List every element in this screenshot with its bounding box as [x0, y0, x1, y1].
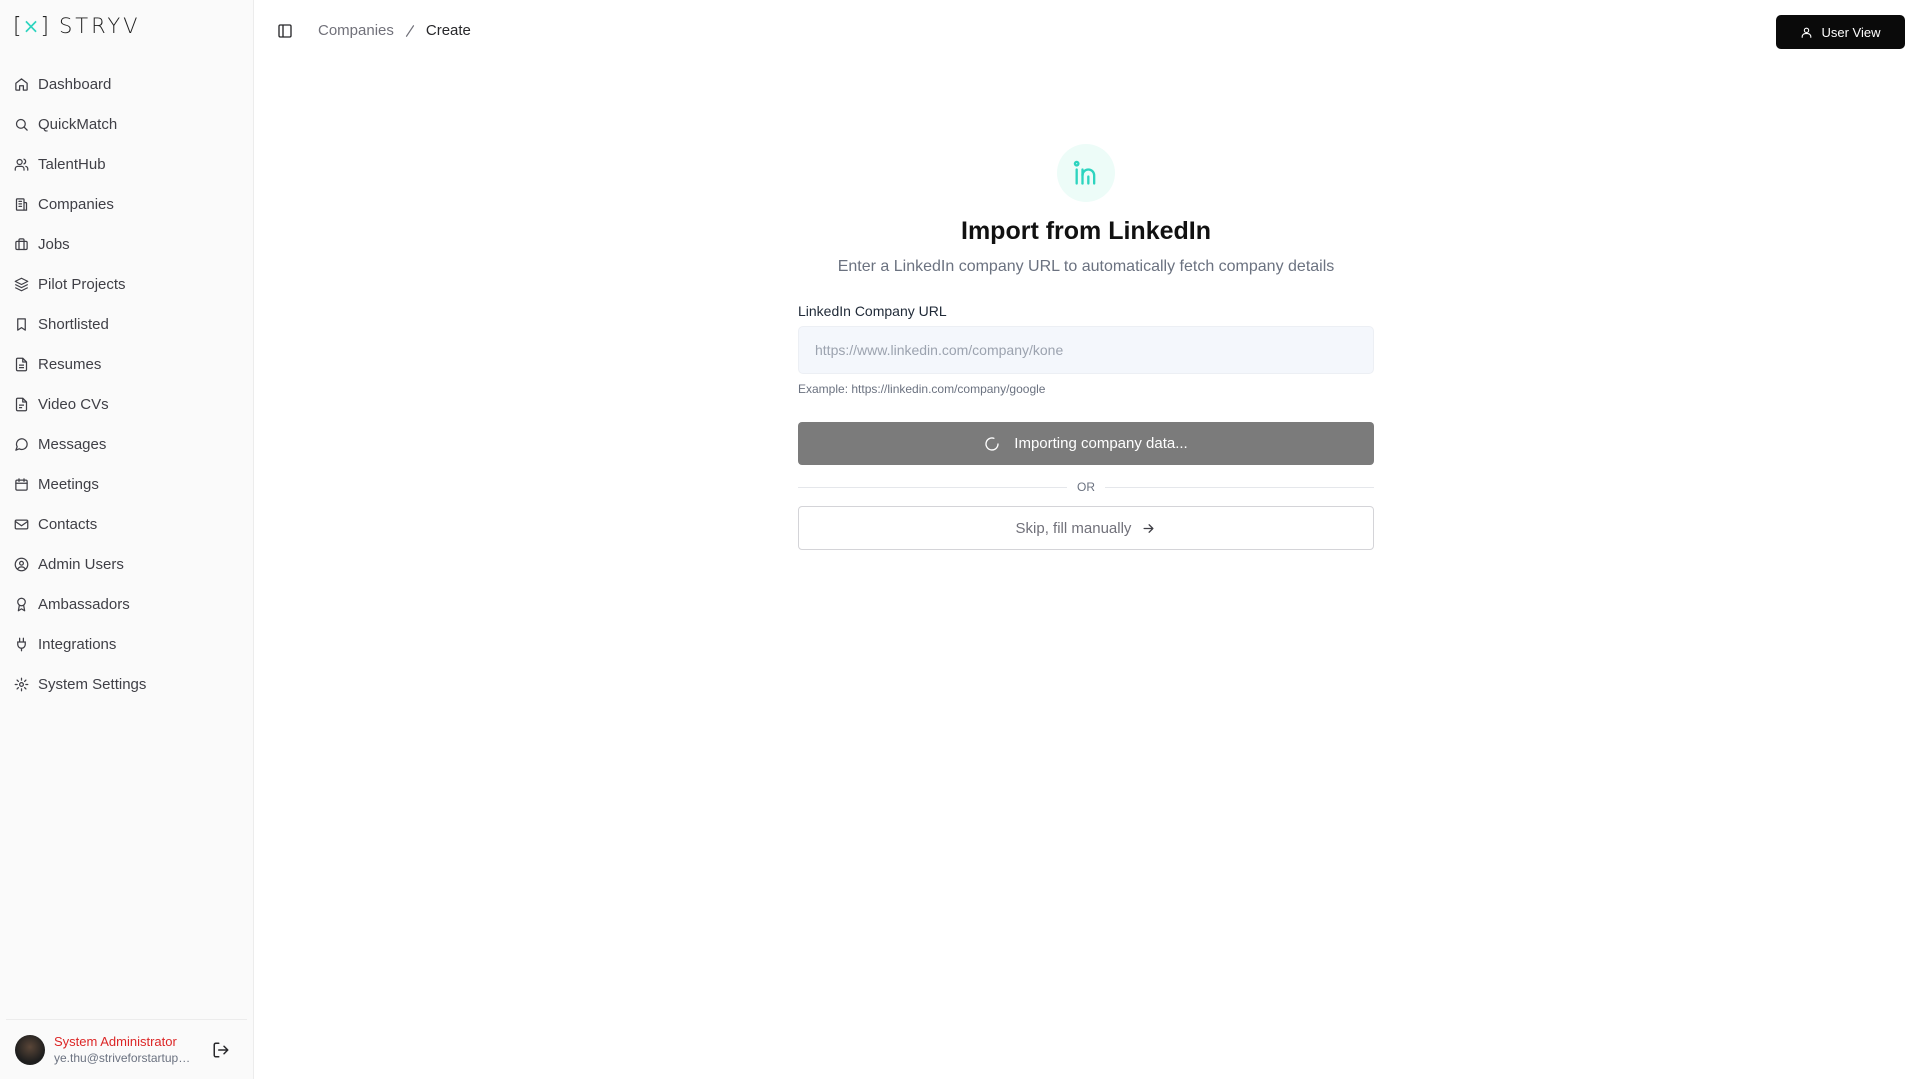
skip-fill-manually-button[interactable]: Skip, fill manually	[798, 506, 1374, 550]
sidebar-item-contacts[interactable]: Contacts	[0, 504, 253, 544]
sidebar-item-label: Admin Users	[38, 555, 124, 573]
sidebar-item-label: Resumes	[38, 355, 102, 373]
linkedin-badge	[1057, 144, 1115, 202]
sidebar-item-label: Dashboard	[38, 75, 112, 93]
user-info: System Administrator ye.thu@striveforsta…	[54, 1034, 194, 1066]
or-divider: OR	[798, 479, 1374, 495]
home-icon	[15, 77, 28, 91]
linkedin-url-label: LinkedIn Company URL	[798, 303, 947, 319]
loading-spinner-icon	[985, 436, 999, 451]
sidebar-nav: Dashboard QuickMatch TalentHub Companies…	[0, 64, 253, 704]
sidebar-user-panel: System Administrator ye.thu@striveforsta…	[6, 1019, 247, 1079]
sidebar-item-video-cvs[interactable]: Video CVs	[0, 384, 253, 424]
logo-bracket-right: ]	[40, 13, 49, 39]
sidebar-item-messages[interactable]: Messages	[0, 424, 253, 464]
divider-text: OR	[1077, 480, 1095, 494]
page-subtitle: Enter a LinkedIn company URL to automati…	[837, 258, 1335, 275]
breadcrumb-current: Create	[425, 22, 471, 39]
linkedin-icon	[1073, 160, 1096, 185]
layers-icon	[14, 277, 29, 291]
award-icon	[17, 597, 26, 611]
breadcrumb-companies-link[interactable]: Companies	[318, 22, 394, 39]
sidebar-toggle-icon[interactable]	[277, 23, 293, 39]
search-icon	[15, 118, 28, 131]
sidebar-item-meetings[interactable]: Meetings	[0, 464, 253, 504]
mail-icon	[14, 519, 29, 529]
user-email: ye.thu@striveforstartups.com	[54, 1050, 194, 1065]
sidebar-item-quickmatch[interactable]: QuickMatch	[0, 104, 253, 144]
sidebar-item-label: Ambassadors	[38, 595, 130, 613]
bookmark-icon	[17, 317, 26, 331]
sidebar-item-label: Integrations	[38, 635, 117, 653]
sidebar-item-label: Contacts	[38, 515, 98, 533]
file-video-icon	[15, 397, 28, 411]
file-icon	[15, 357, 28, 371]
logo-text: STRYV	[58, 14, 141, 38]
logo-bracket-left: [	[13, 13, 22, 39]
arrow-right-icon	[1143, 523, 1154, 533]
import-button[interactable]: Importing company data...	[798, 422, 1374, 465]
page-title: Import from LinkedIn	[961, 217, 1211, 245]
sidebar-item-label: TalentHub	[38, 155, 106, 173]
sidebar-item-system-settings[interactable]: System Settings	[0, 664, 253, 704]
avatar[interactable]	[15, 1034, 45, 1065]
import-button-label: Importing company data...	[1014, 435, 1188, 452]
sidebar-item-integrations[interactable]: Integrations	[0, 624, 253, 664]
main-content: Import from LinkedIn Enter a LinkedIn co…	[255, 64, 1917, 1079]
sidebar-item-companies[interactable]: Companies	[0, 184, 253, 224]
skip-button-label: Skip, fill manually	[1015, 519, 1132, 537]
settings-icon	[14, 677, 29, 691]
sidebar-item-resumes[interactable]: Resumes	[0, 344, 253, 384]
sidebar-item-label: QuickMatch	[38, 115, 118, 133]
user-view-button[interactable]: User View	[1776, 15, 1905, 49]
plug-icon	[17, 637, 26, 651]
users-icon	[14, 158, 29, 171]
divider-line	[798, 486, 1067, 488]
top-header: Companies Create User View	[255, 0, 1917, 64]
app-logo[interactable]: [ × ] STRYV	[13, 13, 141, 39]
calendar-icon	[15, 477, 28, 491]
sidebar-item-pilot-projects[interactable]: Pilot Projects	[0, 264, 253, 304]
sidebar-item-label: Messages	[38, 435, 107, 453]
user-view-label: User View	[1821, 24, 1881, 40]
sidebar-item-label: Jobs	[38, 235, 70, 253]
sidebar-item-label: Video CVs	[38, 395, 109, 413]
user-icon	[1802, 27, 1812, 38]
briefcase-icon	[15, 237, 28, 250]
user-circle-icon	[14, 557, 29, 571]
sidebar-item-label: Shortlisted	[38, 315, 109, 333]
linkedin-url-input[interactable]	[798, 326, 1374, 374]
breadcrumb: Companies Create	[318, 22, 471, 39]
sidebar-item-label: System Settings	[38, 675, 147, 693]
sidebar: [ × ] STRYV Dashboard QuickMatch TalentH…	[0, 0, 254, 1079]
linkedin-url-hint: Example: https://linkedin.com/company/go…	[798, 382, 1046, 396]
sidebar-item-shortlisted[interactable]: Shortlisted	[0, 304, 253, 344]
sidebar-item-dashboard[interactable]: Dashboard	[0, 64, 253, 104]
logout-icon[interactable]	[212, 1041, 230, 1059]
sidebar-item-label: Pilot Projects	[38, 275, 126, 293]
sidebar-item-talenthub[interactable]: TalentHub	[0, 144, 253, 184]
divider-line	[1105, 486, 1374, 488]
sidebar-item-label: Companies	[38, 195, 114, 213]
sidebar-item-ambassadors[interactable]: Ambassadors	[0, 584, 253, 624]
user-name: System Administrator	[54, 1033, 177, 1049]
slash-separator-icon	[405, 24, 414, 37]
message-icon	[15, 437, 28, 451]
sidebar-item-label: Meetings	[38, 475, 99, 493]
sidebar-item-admin-users[interactable]: Admin Users	[0, 544, 253, 584]
building-icon	[15, 197, 28, 211]
sidebar-item-jobs[interactable]: Jobs	[0, 224, 253, 264]
logo-x-mark: ×	[22, 14, 40, 38]
